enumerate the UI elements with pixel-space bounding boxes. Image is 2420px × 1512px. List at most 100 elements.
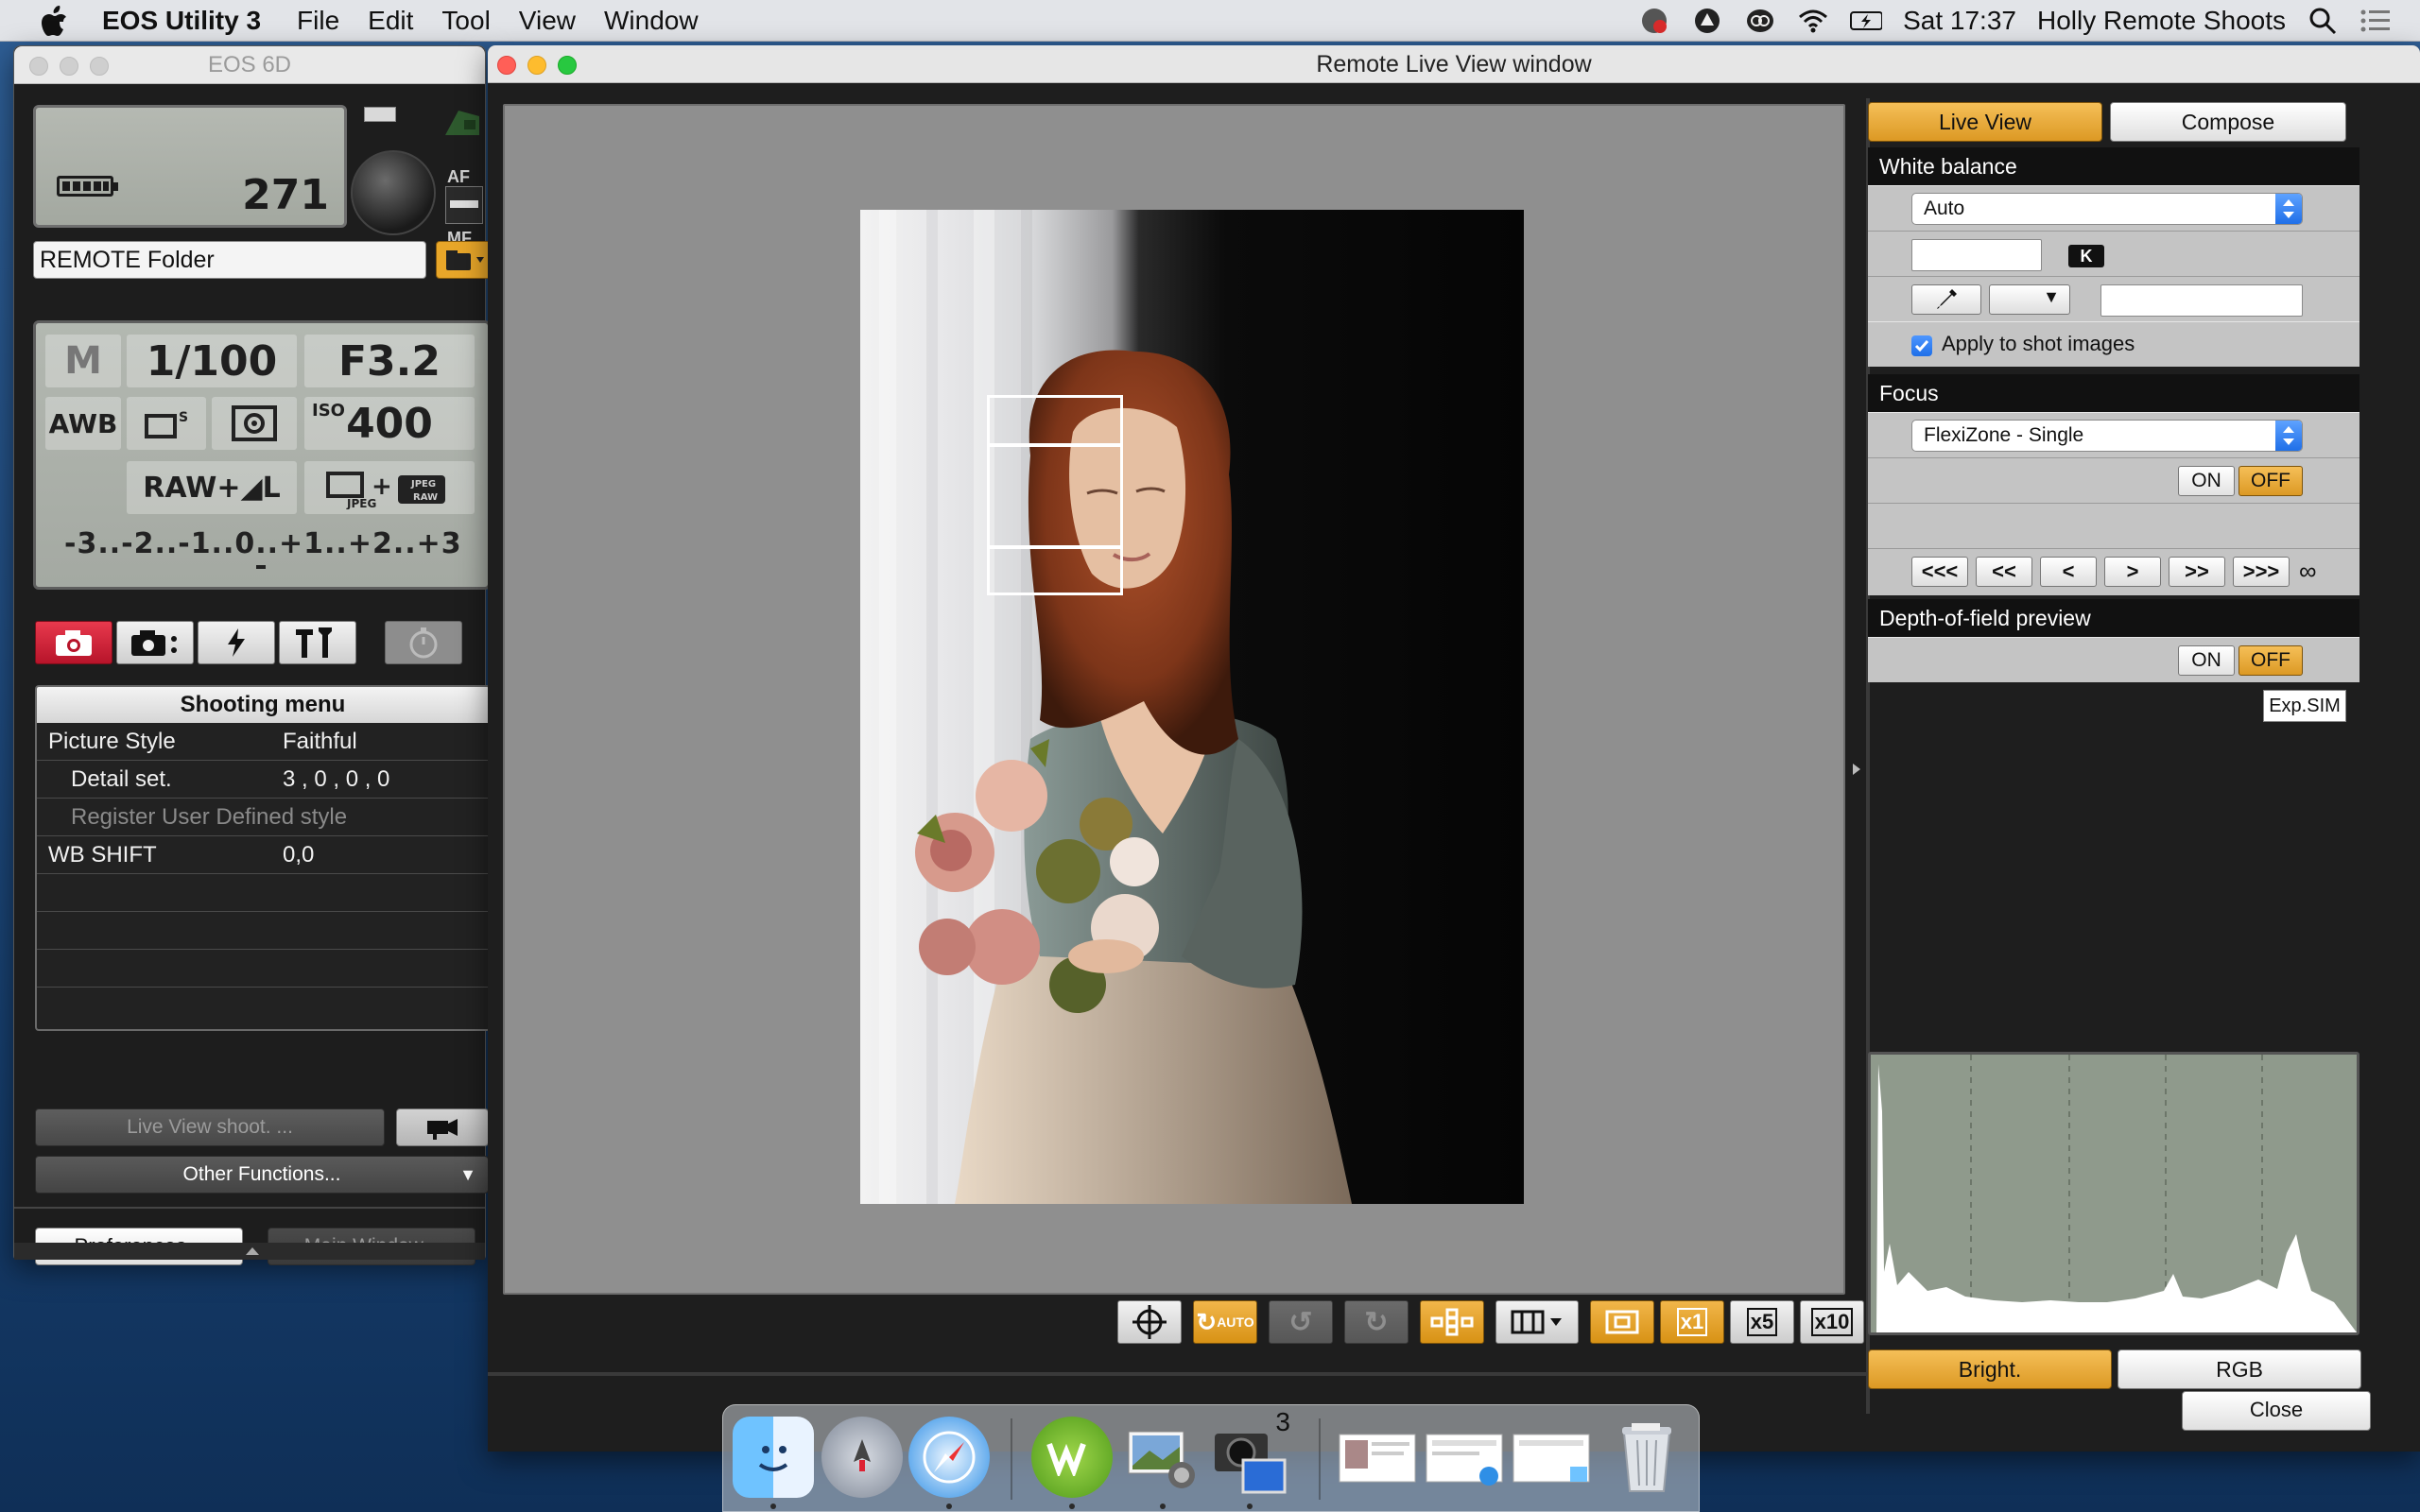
close-button[interactable]: Close bbox=[2182, 1391, 2371, 1431]
w-app-icon[interactable] bbox=[1031, 1417, 1113, 1498]
kelvin-input[interactable] bbox=[1911, 239, 2042, 271]
recent-document-thumbnail[interactable] bbox=[1338, 1417, 1419, 1498]
wb-click-dropdown[interactable]: ▼ bbox=[1989, 284, 2070, 315]
creative-cloud-icon[interactable] bbox=[1744, 5, 1776, 37]
spotlight-search-icon[interactable] bbox=[2307, 5, 2339, 37]
zoom-x5-button[interactable]: x5 bbox=[1730, 1300, 1794, 1344]
safari-icon[interactable] bbox=[908, 1417, 990, 1498]
zoom-window-button[interactable] bbox=[90, 57, 109, 76]
zoom-x1-button[interactable]: x1 bbox=[1660, 1300, 1724, 1344]
shutter-speed[interactable]: 1/100 bbox=[127, 335, 297, 387]
eos-utility-icon[interactable]: 3 bbox=[1209, 1407, 1290, 1498]
tool-menu[interactable]: Tool bbox=[441, 6, 490, 36]
svg-text:S: S bbox=[179, 410, 188, 425]
shooting-mode[interactable]: M bbox=[45, 335, 121, 387]
menu-row-wb-shift[interactable]: WB SHIFT 0,0 bbox=[37, 836, 489, 874]
focus-mode-select[interactable]: FlexiZone - Single bbox=[1911, 420, 2303, 452]
aperture-value[interactable]: F3.2 bbox=[304, 335, 475, 387]
white-balance-select[interactable]: Auto bbox=[1911, 193, 2303, 225]
wb-click-row: ▼ bbox=[1868, 277, 2360, 322]
movie-shoot-button[interactable] bbox=[396, 1108, 489, 1146]
focus-far-medium-button[interactable]: >> bbox=[2169, 557, 2225, 587]
focus-on-button[interactable]: ON bbox=[2178, 466, 2235, 496]
backup-status-icon[interactable] bbox=[1638, 5, 1670, 37]
zoom-x10-button[interactable]: x10 bbox=[1800, 1300, 1864, 1344]
aspect-ratio-dropdown[interactable] bbox=[1495, 1300, 1579, 1344]
menu-row-picture-style[interactable]: Picture Style Faithful bbox=[37, 723, 489, 761]
image-quality-setting[interactable]: RAW+◢L bbox=[127, 461, 297, 514]
timer-shooting-button[interactable] bbox=[385, 621, 462, 664]
finder-icon[interactable] bbox=[733, 1417, 814, 1498]
fit-view-button[interactable] bbox=[1590, 1300, 1654, 1344]
focus-far-small-button[interactable]: > bbox=[2104, 557, 2161, 587]
tab-shooting-settings[interactable] bbox=[35, 621, 112, 664]
recent-window-thumbnail[interactable] bbox=[1512, 1417, 1593, 1498]
menu-clock[interactable]: Sat 17:37 bbox=[1903, 6, 2016, 36]
minimize-window-button[interactable] bbox=[60, 57, 78, 76]
apple-menu-icon[interactable] bbox=[36, 2, 74, 40]
camera-window-titlebar[interactable]: EOS 6D bbox=[14, 46, 485, 84]
focus-off-button[interactable]: OFF bbox=[2238, 466, 2303, 496]
tab-setup-settings[interactable] bbox=[279, 621, 356, 664]
battery-charging-icon[interactable] bbox=[1850, 5, 1883, 37]
focus-near-small-button[interactable]: < bbox=[2040, 557, 2097, 587]
tab-flash-settings[interactable] bbox=[198, 621, 275, 664]
edit-menu[interactable]: Edit bbox=[368, 6, 413, 36]
af-point-button[interactable] bbox=[1117, 1300, 1182, 1344]
panel-expand-arrow-icon[interactable] bbox=[1851, 762, 1862, 777]
other-functions-dropdown[interactable]: Other Functions... ▼ bbox=[35, 1156, 489, 1194]
tab-compose[interactable]: Compose bbox=[2110, 102, 2346, 142]
white-balance-setting[interactable]: AWB bbox=[45, 397, 121, 450]
drive-mode-icon[interactable]: S bbox=[127, 397, 206, 450]
view-menu[interactable]: View bbox=[519, 6, 576, 36]
rotate-left-button[interactable]: ↺ bbox=[1269, 1300, 1333, 1344]
user-account-menu[interactable]: Holly Remote Shoots bbox=[2037, 6, 2286, 36]
live-view-image[interactable] bbox=[860, 210, 1524, 1204]
image-capture-icon[interactable] bbox=[1122, 1417, 1203, 1498]
close-window-button[interactable] bbox=[497, 56, 516, 75]
tab-live-view[interactable]: Live View bbox=[1868, 102, 2102, 142]
collapse-bar[interactable] bbox=[14, 1243, 485, 1260]
focus-near-large-button[interactable]: <<< bbox=[1911, 557, 1968, 587]
upload-status-icon[interactable] bbox=[1691, 5, 1723, 37]
metering-mode-icon[interactable] bbox=[212, 397, 297, 450]
file-menu[interactable]: File bbox=[297, 6, 339, 36]
grid-overlay-button[interactable] bbox=[1420, 1300, 1484, 1344]
notification-center-icon[interactable] bbox=[2360, 5, 2392, 37]
destination-folder-field[interactable]: REMOTE Folder bbox=[33, 241, 426, 279]
live-view-display[interactable] bbox=[503, 104, 1845, 1295]
focus-section: FlexiZone - Single ON OFF <<< << < > >> … bbox=[1868, 412, 2360, 595]
menu-row-detail-set[interactable]: Detail set. 3 , 0 , 0 , 0 bbox=[37, 761, 489, 799]
window-menu[interactable]: Window bbox=[604, 6, 699, 36]
wb-click-value-field[interactable] bbox=[2100, 284, 2303, 317]
face-detect-frame[interactable] bbox=[987, 395, 1123, 446]
app-name-menu[interactable]: EOS Utility 3 bbox=[102, 6, 261, 36]
live-view-shoot-button[interactable]: Live View shoot. ... bbox=[35, 1108, 385, 1146]
dof-off-button[interactable]: OFF bbox=[2238, 645, 2303, 676]
apply-checkbox[interactable] bbox=[1911, 335, 1932, 356]
focus-near-medium-button[interactable]: << bbox=[1976, 557, 2032, 587]
iso-setting[interactable]: ISO 400 bbox=[304, 397, 475, 450]
zoom-window-button[interactable] bbox=[558, 56, 577, 75]
rotate-right-button[interactable]: ↻ bbox=[1344, 1300, 1409, 1344]
live-view-toolbar: ↻ AUTO ↺ ↻ x1 x5 x10 bbox=[1117, 1300, 1876, 1344]
dof-on-button[interactable]: ON bbox=[2178, 645, 2235, 676]
minimize-window-button[interactable] bbox=[527, 56, 546, 75]
histogram-brightness-button[interactable]: Bright. bbox=[1868, 1349, 2112, 1389]
close-window-button[interactable] bbox=[29, 57, 48, 76]
af-mf-switch[interactable] bbox=[445, 186, 483, 224]
histogram-rgb-button[interactable]: RGB bbox=[2118, 1349, 2361, 1389]
main-dial-icon[interactable] bbox=[351, 150, 436, 235]
tab-function-settings[interactable] bbox=[116, 621, 194, 664]
face-detect-frame[interactable] bbox=[987, 546, 1123, 595]
trash-icon[interactable] bbox=[1606, 1417, 1687, 1498]
launchpad-icon[interactable] bbox=[821, 1417, 903, 1498]
live-view-window-titlebar[interactable]: Remote Live View window bbox=[488, 45, 2420, 83]
wifi-icon[interactable] bbox=[1797, 5, 1829, 37]
recent-window-thumbnail[interactable] bbox=[1425, 1417, 1506, 1498]
transfer-format-icon[interactable]: JPEG + JPEG RAW bbox=[304, 461, 475, 514]
auto-rotate-button[interactable]: ↻ AUTO bbox=[1193, 1300, 1257, 1344]
wb-eyedropper-button[interactable] bbox=[1911, 284, 1981, 315]
focus-far-large-button[interactable]: >>> bbox=[2233, 557, 2290, 587]
face-detect-frame[interactable] bbox=[987, 444, 1123, 548]
